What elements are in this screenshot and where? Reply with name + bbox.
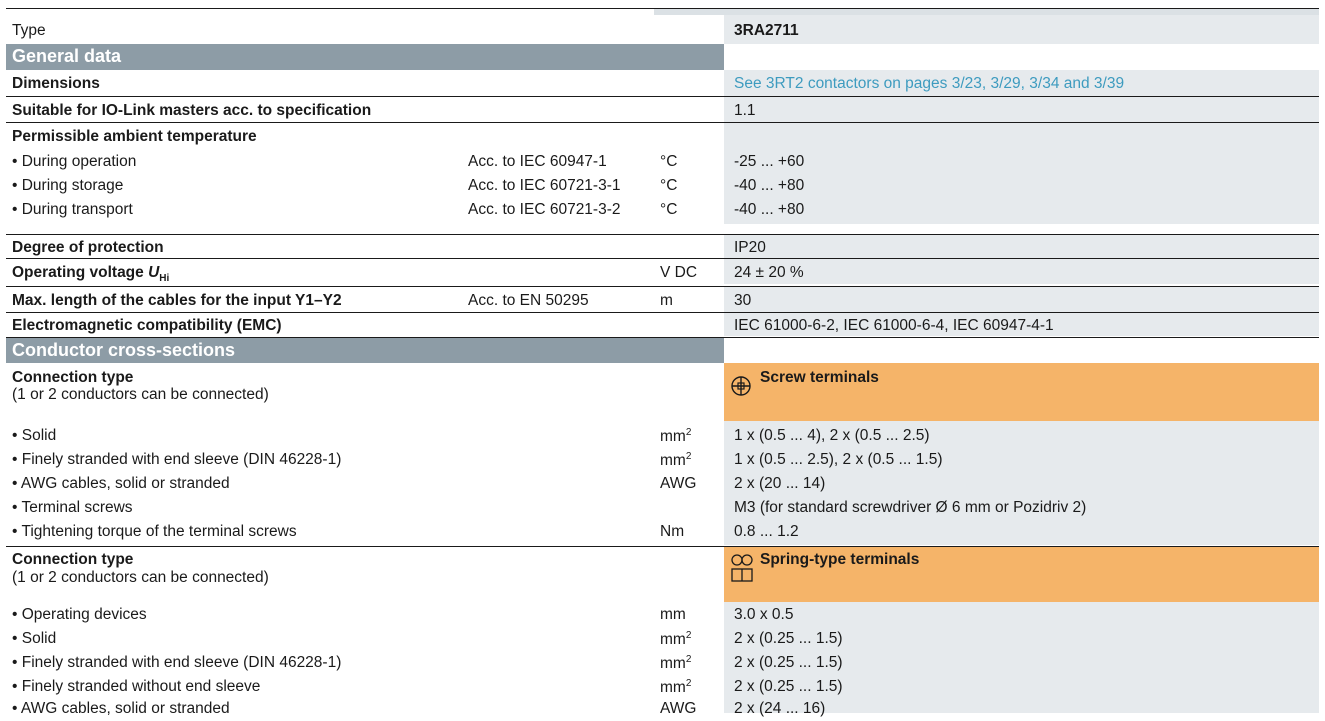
voltage-value: 24 ± 20 %: [734, 264, 804, 281]
voltage-label: Operating voltage UHi: [12, 264, 169, 284]
storage-label: • During storage: [12, 177, 124, 194]
emc-label: Electromagnetic compatibility (EMC): [12, 317, 282, 334]
row-spring-connection-type: Connection type (1 or 2 conductors can b…: [6, 546, 1319, 602]
spring-rows: • Operating devices mm 3.0 x 0.5 • Solid…: [6, 602, 1319, 717]
screw-terminal-screws-label: • Terminal screws: [12, 499, 133, 516]
op-standard: Acc. to IEC 60947-1: [468, 153, 607, 170]
spring-fine-sleeve-unit: mm2: [660, 654, 691, 673]
op-unit: °C: [660, 153, 678, 170]
screw-awg-unit: AWG: [660, 475, 697, 492]
spring-conn-note: (1 or 2 conductors can be connected): [12, 569, 269, 586]
cable-standard: Acc. to EN 50295: [468, 292, 589, 309]
screw-terminal-title: Screw terminals: [760, 369, 879, 386]
row-ambient-temperature: Permissible ambient temperature • During…: [6, 122, 1319, 224]
transport-unit: °C: [660, 201, 678, 218]
datasheet-table: Type 3RA2711 General data Dimensions See…: [6, 8, 1319, 717]
row-cable-length: Max. length of the cables for the input …: [6, 286, 1319, 312]
row-emc: Electromagnetic compatibility (EMC) IEC …: [6, 312, 1319, 336]
op-label: • During operation: [12, 153, 137, 170]
row-io-link: Suitable for IO-Link masters acc. to spe…: [6, 96, 1319, 122]
screw-conn-label: Connection type: [12, 369, 134, 386]
voltage-symbol: U: [148, 264, 160, 281]
unit-text: mm: [660, 631, 686, 649]
spring-solid-value: 2 x (0.25 ... 1.5): [734, 630, 843, 647]
spring-awg-label: • AWG cables, solid or stranded: [12, 700, 230, 717]
screw-awg-label: • AWG cables, solid or stranded: [12, 475, 230, 492]
section-value-blank: [724, 338, 1319, 363]
unit-text: mm: [660, 452, 686, 470]
spring-fine-nosleeve-label: • Finely stranded without end sleeve: [12, 678, 261, 695]
spring-awg-value: 2 x (24 ... 16): [734, 700, 826, 717]
spring-fine-nosleeve-value: 2 x (0.25 ... 1.5): [734, 678, 843, 695]
cable-unit: m: [660, 292, 673, 309]
voltage-unit: V DC: [660, 264, 698, 281]
screw-conn-note: (1 or 2 conductors can be connected): [12, 386, 269, 403]
op-value: -25 ... +60: [734, 153, 805, 170]
dimensions-link[interactable]: See 3RT2 contactors on pages 3/23, 3/29,…: [728, 75, 1319, 93]
storage-standard: Acc. to IEC 60721-3-1: [468, 177, 621, 194]
spring-devices-unit: mm: [660, 606, 686, 623]
dimensions-label: Dimensions: [12, 75, 100, 92]
voltage-label-text: Operating voltage: [12, 264, 149, 281]
protection-label: Degree of protection: [12, 239, 164, 256]
screw-terminal-icon: [730, 375, 752, 402]
unit-text: mm: [660, 428, 686, 446]
spring-fine-sleeve-value: 2 x (0.25 ... 1.5): [734, 654, 843, 671]
protection-value: IP20: [734, 239, 766, 256]
row-screw-connection-type: Connection type (1 or 2 conductors can b…: [6, 363, 1319, 421]
cable-value: 30: [734, 292, 752, 309]
section-header-conductor: Conductor cross-sections: [6, 337, 1319, 363]
spring-fine-sleeve-label: • Finely stranded with end sleeve (DIN 4…: [12, 654, 342, 671]
unit-sup: 2: [685, 678, 692, 689]
spring-solid-label: • Solid: [12, 630, 57, 647]
voltage-subscript: Hi: [159, 273, 170, 285]
screw-torque-label: • Tightening torque of the terminal scre…: [12, 523, 297, 540]
spring-fine-nosleeve-unit: mm2: [660, 678, 691, 697]
spring-devices-label: • Operating devices: [12, 606, 147, 623]
type-row: Type 3RA2711: [6, 8, 1319, 44]
section-title-conductor: Conductor cross-sections: [12, 340, 236, 360]
screw-solid-unit: mm2: [660, 427, 691, 446]
type-value: 3RA2711: [734, 22, 799, 39]
unit-text: mm: [660, 655, 686, 673]
screw-awg-value: 2 x (20 ... 14): [734, 475, 826, 492]
spring-conn-label: Connection type: [12, 551, 134, 568]
spring-devices-value: 3.0 x 0.5: [734, 606, 794, 623]
ambient-label: Permissible ambient temperature: [12, 128, 257, 145]
unit-sup: 2: [685, 654, 692, 665]
io-link-label: Suitable for IO-Link masters acc. to spe…: [12, 102, 372, 119]
screw-torque-unit: Nm: [660, 523, 685, 540]
transport-label: • During transport: [12, 201, 133, 218]
screw-fine-sleeve-unit: mm2: [660, 451, 691, 470]
screw-torque-value: 0.8 ... 1.2: [734, 523, 799, 540]
row-protection: Degree of protection IP20: [6, 234, 1319, 258]
spring-solid-unit: mm2: [660, 630, 691, 649]
unit-sup: 2: [685, 451, 692, 462]
spring-awg-unit: AWG: [660, 700, 697, 717]
screw-solid-label: • Solid: [12, 427, 57, 444]
spring-terminal-title: Spring-type terminals: [760, 551, 920, 568]
row-voltage: Operating voltage UHi V DC 24 ± 20 %: [6, 258, 1319, 284]
type-label: Type: [12, 22, 46, 39]
transport-value: -40 ... +80: [734, 201, 805, 218]
screw-fine-sleeve-value: 1 x (0.5 ... 2.5), 2 x (0.5 ... 1.5): [734, 451, 943, 468]
screw-terminal-screws-value: M3 (for standard screwdriver Ø 6 mm or P…: [734, 499, 1087, 516]
unit-sup: 2: [685, 427, 692, 438]
screw-rows: • Solid mm2 1 x (0.5 ... 4), 2 x (0.5 ..…: [6, 421, 1319, 545]
screw-solid-value: 1 x (0.5 ... 4), 2 x (0.5 ... 2.5): [734, 427, 930, 444]
emc-value: IEC 61000-6-2, IEC 61000-6-4, IEC 60947-…: [734, 317, 1054, 334]
io-link-value: 1.1: [734, 102, 756, 119]
transport-standard: Acc. to IEC 60721-3-2: [468, 201, 621, 218]
row-dimensions: Dimensions See 3RT2 contactors on pages …: [6, 70, 1319, 96]
cable-label: Max. length of the cables for the input …: [12, 292, 342, 309]
section-value-blank: [724, 44, 1319, 70]
unit-sup: 2: [685, 630, 692, 641]
unit-text: mm: [660, 679, 686, 697]
storage-value: -40 ... +80: [734, 177, 805, 194]
section-header-general: General data: [6, 44, 1319, 70]
spring-terminal-icon: [730, 553, 754, 590]
section-title-general: General data: [12, 46, 122, 66]
storage-unit: °C: [660, 177, 678, 194]
screw-fine-sleeve-label: • Finely stranded with end sleeve (DIN 4…: [12, 451, 342, 468]
